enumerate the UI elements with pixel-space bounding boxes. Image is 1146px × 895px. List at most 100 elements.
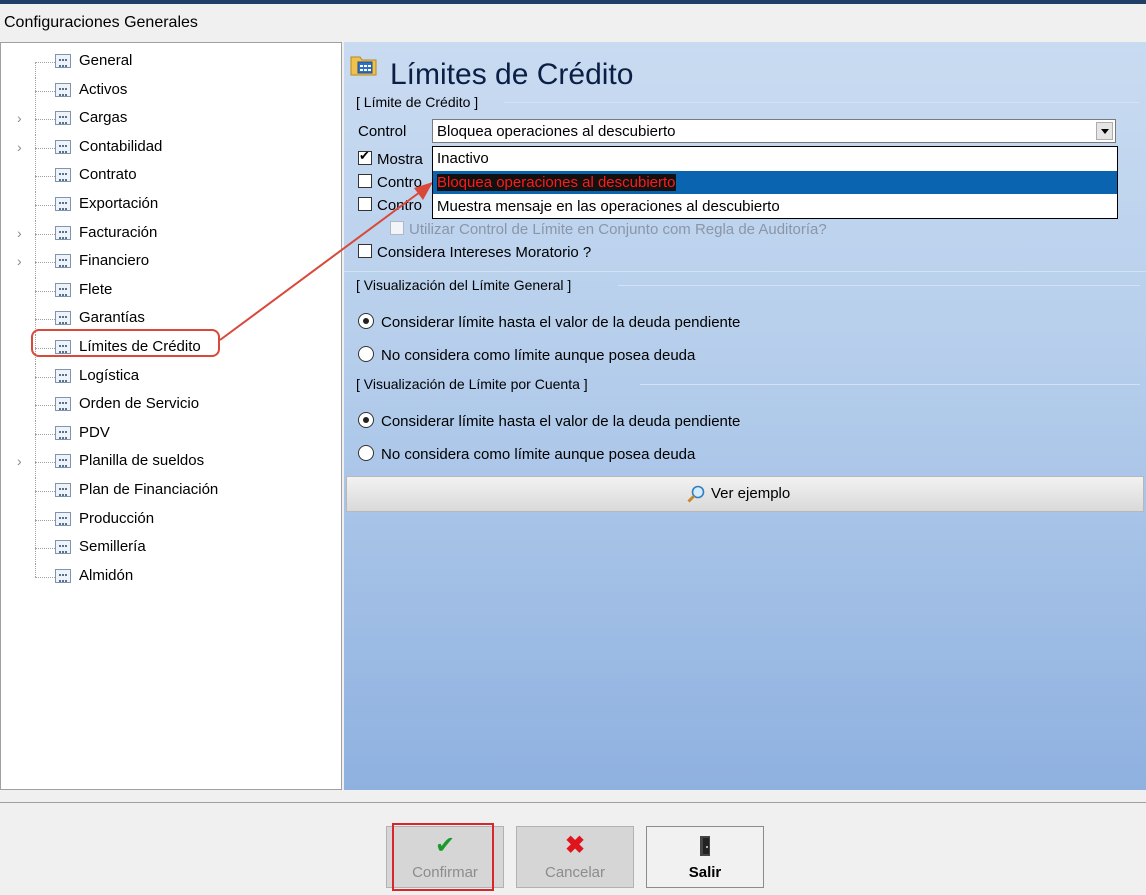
grid-icon bbox=[55, 540, 71, 555]
tree-item-planilla-de-sueldos[interactable]: › Planilla de sueldos bbox=[1, 449, 341, 479]
exit-button[interactable]: Salir bbox=[646, 826, 764, 888]
checkbox-auditoria-box bbox=[390, 221, 404, 235]
tree-connector bbox=[35, 576, 55, 578]
checkbox-intereses-box[interactable] bbox=[358, 244, 372, 258]
grid-icon bbox=[55, 254, 71, 269]
exit-label: Salir bbox=[688, 864, 722, 881]
dropdown-option-inactivo[interactable]: Inactivo bbox=[433, 147, 1117, 170]
tree-item-flete[interactable]: Flete bbox=[1, 277, 341, 307]
checkbox-auditoria: Utilizar Control de Límite en Conjunto c… bbox=[390, 221, 827, 238]
cancel-label: Cancelar bbox=[544, 864, 606, 881]
ver-ejemplo-button[interactable]: Ver ejemplo bbox=[346, 476, 1144, 512]
tree-item-semilleria[interactable]: Semillería bbox=[1, 535, 341, 565]
page-title: Límites de Crédito bbox=[390, 58, 634, 91]
chevron-right-icon[interactable]: › bbox=[17, 110, 22, 126]
radio-account-no-limit-button[interactable] bbox=[358, 445, 374, 461]
checkbox-control-1-box[interactable] bbox=[358, 174, 372, 188]
grid-icon bbox=[55, 454, 71, 469]
tree-connector bbox=[35, 433, 55, 435]
tree-connector bbox=[35, 462, 55, 464]
grid-icon bbox=[55, 168, 71, 183]
tree-connector bbox=[35, 106, 36, 136]
tree-item-contrato[interactable]: Contrato bbox=[1, 163, 341, 193]
control-dropdown-list[interactable]: Inactivo Bloquea operaciones al descubie… bbox=[432, 146, 1118, 219]
tree-connector bbox=[35, 563, 36, 577]
tree-connector bbox=[35, 262, 55, 264]
tree-connector bbox=[35, 249, 36, 279]
chevron-right-icon[interactable]: › bbox=[17, 139, 22, 155]
checkbox-mostrar[interactable]: Mostra bbox=[358, 148, 423, 168]
tree-item-general[interactable]: General bbox=[1, 49, 341, 78]
tree-item-logistica[interactable]: Logística bbox=[1, 363, 341, 393]
checkbox-control-2-box[interactable] bbox=[358, 197, 372, 211]
tree-connector bbox=[35, 405, 55, 407]
tree-item-facturacion[interactable]: › Facturación bbox=[1, 220, 341, 250]
tree-item-orden-de-servicio[interactable]: Orden de Servicio bbox=[1, 392, 341, 422]
checkbox-control-2[interactable]: Contro bbox=[358, 197, 422, 214]
confirm-highlight-annotation bbox=[392, 823, 494, 891]
tree-connector bbox=[35, 163, 36, 193]
tree-item-label: Logística bbox=[79, 366, 140, 384]
tree-connector bbox=[35, 548, 55, 550]
checkbox-auditoria-label: Utilizar Control de Límite en Conjunto c… bbox=[409, 221, 827, 238]
radio-account-no-limit[interactable]: No considera como límite aunque posea de… bbox=[358, 445, 695, 463]
tree-item-label: Semillería bbox=[79, 538, 146, 556]
checkbox-mostrar-box[interactable] bbox=[358, 148, 372, 165]
tree-connector bbox=[35, 491, 55, 492]
tree-item-label: Orden de Servicio bbox=[79, 395, 200, 413]
dropdown-option-bloquea[interactable]: Bloquea operaciones al descubierto bbox=[433, 171, 1117, 194]
chevron-down-icon[interactable] bbox=[1096, 122, 1113, 140]
tree-item-label: Planilla de sueldos bbox=[79, 452, 205, 470]
grid-icon bbox=[55, 368, 71, 383]
radio-general-no-limit[interactable]: No considera como límite aunque posea de… bbox=[358, 346, 695, 364]
status-bar bbox=[0, 802, 1146, 820]
tree-item-label: PDV bbox=[79, 423, 110, 441]
tree-item-financiero[interactable]: › Financiero bbox=[1, 249, 341, 279]
tree-connector bbox=[35, 420, 36, 450]
window-top-border bbox=[0, 0, 1146, 4]
tree-connector bbox=[35, 363, 36, 393]
tree-item-produccion[interactable]: Producción bbox=[1, 506, 341, 536]
window-title: Configuraciones Generales bbox=[4, 14, 198, 31]
chevron-right-icon[interactable]: › bbox=[17, 253, 22, 269]
tree-item-label: General bbox=[79, 52, 133, 69]
tree-item-almidon[interactable]: Almidón bbox=[1, 563, 341, 590]
tree-item-exportacion[interactable]: Exportación bbox=[1, 192, 341, 221]
cancel-button[interactable]: ✖ Cancelar bbox=[516, 826, 634, 888]
tree-item-plan-de-financiacion[interactable]: Plan de Financiación bbox=[1, 478, 341, 507]
radio-general-consider[interactable]: Considerar límite hasta el valor de la d… bbox=[358, 313, 740, 331]
chevron-right-icon[interactable]: › bbox=[17, 225, 22, 241]
radio-general-no-limit-button[interactable] bbox=[358, 346, 374, 362]
radio-account-no-limit-label: No considera como límite aunque posea de… bbox=[381, 446, 696, 463]
grid-icon bbox=[55, 511, 71, 526]
tree-connector bbox=[35, 233, 55, 235]
account-group-label: [ Visualización de Límite por Cuenta ] bbox=[356, 376, 588, 392]
tree-connector bbox=[35, 176, 55, 178]
grid-icon bbox=[55, 111, 71, 126]
tree-connector bbox=[35, 90, 55, 92]
tree-item-pdv[interactable]: PDV bbox=[1, 420, 341, 450]
checkbox-control-1[interactable]: Contro bbox=[358, 174, 422, 191]
checkbox-intereses-label: Considera Intereses Moratorio ? bbox=[377, 244, 592, 261]
control-combobox[interactable]: Bloquea operaciones al descubierto bbox=[432, 119, 1116, 143]
control-label: Control bbox=[358, 123, 407, 140]
grid-icon bbox=[55, 483, 71, 497]
tree-connector bbox=[35, 319, 55, 321]
chevron-right-icon[interactable]: › bbox=[17, 453, 22, 469]
tree-connector bbox=[35, 62, 55, 63]
grid-icon bbox=[55, 225, 71, 240]
checkbox-intereses[interactable]: Considera Intereses Moratorio ? bbox=[358, 244, 591, 261]
tree-item-activos[interactable]: Activos bbox=[1, 77, 341, 107]
radio-account-consider-button[interactable] bbox=[358, 412, 374, 428]
tree-item-contabilidad[interactable]: › Contabilidad bbox=[1, 134, 341, 164]
group-divider bbox=[618, 285, 1140, 286]
dropdown-option-muestra[interactable]: Muestra mensaje en las operaciones al de… bbox=[433, 195, 1117, 218]
radio-account-consider[interactable]: Considerar límite hasta el valor de la d… bbox=[358, 412, 740, 430]
tree-item-label: Financiero bbox=[79, 252, 150, 270]
tree-item-label: Facturación bbox=[79, 223, 158, 241]
tree-item-cargas[interactable]: › Cargas bbox=[1, 106, 341, 136]
credit-group-label: [ Límite de Crédito ] bbox=[356, 94, 479, 110]
tree-item-label: Activos bbox=[79, 80, 128, 98]
settings-tree[interactable]: General Activos › Cargas › Contabilidad Contra… bbox=[0, 42, 342, 790]
radio-general-consider-button[interactable] bbox=[358, 313, 374, 329]
